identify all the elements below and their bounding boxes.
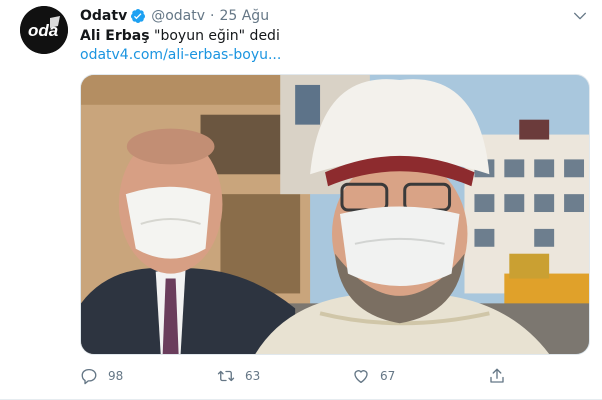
tweet-text: Ali Erbaş "boyun eğin" dedi xyxy=(80,26,280,46)
avatar[interactable]: oda xyxy=(20,6,68,54)
tweet-actions: 98 63 67 xyxy=(80,365,590,387)
share-button[interactable] xyxy=(488,365,516,387)
heart-icon xyxy=(354,370,368,384)
display-name[interactable]: Odatv xyxy=(80,8,127,24)
tweet-text-rest: "boyun eğin" dedi xyxy=(149,28,280,44)
tweet-header: Odatv @odatv · 25 Ağu xyxy=(80,6,269,26)
reply-button[interactable]: 98 xyxy=(80,365,123,387)
like-button[interactable]: 67 xyxy=(352,365,395,387)
reply-icon xyxy=(81,368,97,385)
share-icon xyxy=(490,368,504,383)
separator-dot: · xyxy=(210,8,215,24)
tweet-text-bold: Ali Erbaş xyxy=(80,28,150,44)
like-count: 67 xyxy=(380,369,396,383)
odatv-logo: oda xyxy=(20,6,68,54)
retweet-count: 63 xyxy=(245,369,261,383)
handle[interactable]: @odatv xyxy=(151,8,205,24)
verified-badge-icon xyxy=(130,8,146,24)
timestamp[interactable]: 25 Ağu xyxy=(219,8,269,24)
reply-count: 98 xyxy=(108,369,124,383)
media-photo xyxy=(81,75,589,354)
retweet-icon xyxy=(217,370,235,382)
tweet-media-image[interactable] xyxy=(80,74,590,355)
tweet-link[interactable]: odatv4.com/ali-erbas-boyu... xyxy=(80,45,281,65)
chevron-down-icon[interactable] xyxy=(572,8,588,24)
retweet-button[interactable]: 63 xyxy=(217,365,260,387)
tweet-card[interactable]: oda Odatv @odatv · 25 Ağu Ali Erbaş "boy… xyxy=(0,0,602,400)
